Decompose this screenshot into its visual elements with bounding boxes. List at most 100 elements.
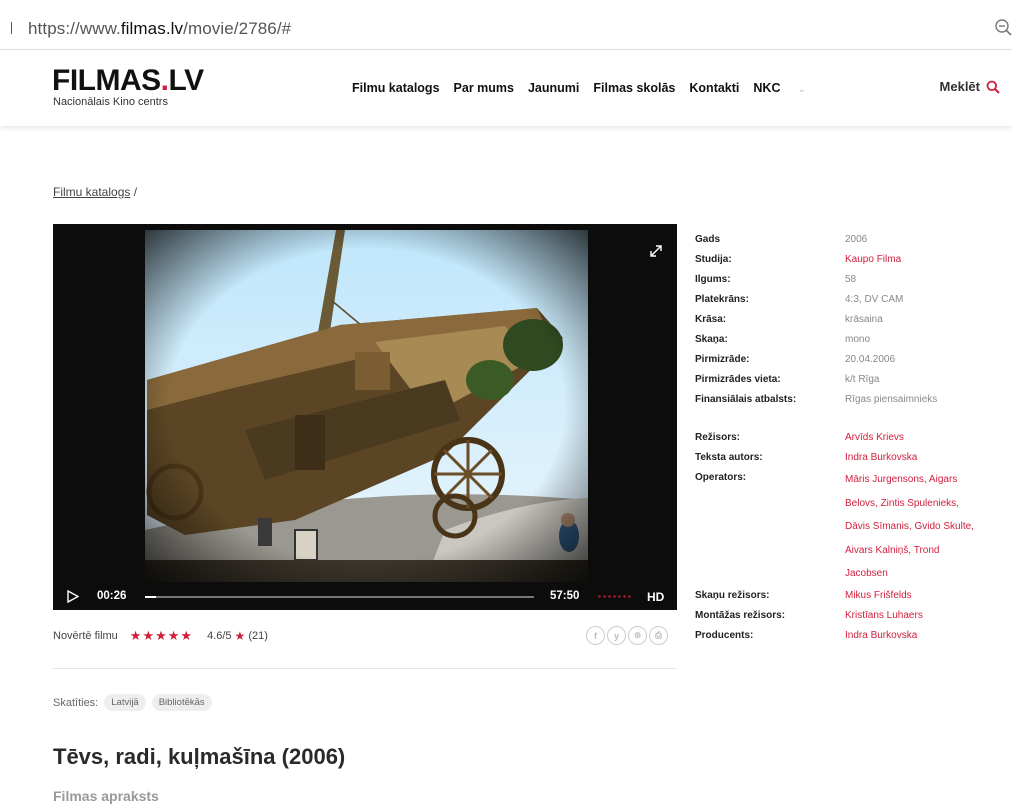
nav-item-kontakti[interactable]: Kontakti — [689, 81, 739, 95]
watch-options: Skatīties: Latvijā Bibliotēkās — [53, 694, 212, 711]
detail-row: Montāžas režisors: Kristīans Luhaers — [695, 606, 1005, 626]
rating-label: Novērtē filmu — [53, 630, 118, 642]
detail-row: Skaņa: mono — [695, 330, 1005, 350]
progress-bar[interactable] — [145, 596, 534, 598]
operators-line[interactable]: Aivars Kalniņš, Trond — [845, 539, 1005, 563]
url-path: /movie/2786/# — [183, 19, 292, 38]
detail-label: Teksta autors: — [695, 452, 763, 463]
facebook-icon[interactable]: f — [586, 626, 605, 645]
detail-label: Skaņa: — [695, 334, 728, 345]
breadcrumb: Filmu katalogs / — [53, 185, 137, 199]
breadcrumb-link-catalog[interactable]: Filmu katalogs — [53, 185, 130, 199]
detail-label: Krāsa: — [695, 314, 727, 325]
volume-slider[interactable] — [597, 595, 631, 598]
detail-row: Studija: Kaupo Filma — [695, 250, 1005, 270]
detail-row: Producents: Indra Burkovska — [695, 626, 1005, 646]
director-link[interactable]: Arvīds Krievs — [845, 428, 1005, 448]
site-logo[interactable]: FILMAS.LV — [52, 66, 204, 96]
detail-label: Skaņu režisors: — [695, 589, 770, 601]
star-icon: ★ — [234, 629, 246, 643]
operators-line[interactable]: Jacobsen — [845, 562, 1005, 586]
rating-count: (21) — [248, 630, 268, 642]
writer-link[interactable]: Indra Burkovska — [845, 448, 1005, 468]
video-still-image — [145, 230, 588, 582]
chevron-down-icon: ⌄ — [797, 84, 806, 95]
logo-tld: LV — [168, 64, 205, 97]
detail-value: 20.04.2006 — [845, 354, 896, 365]
detail-value: mono — [845, 334, 871, 345]
main-nav: Filmu katalogs Par mums Jaunumi Filmas s… — [352, 81, 834, 95]
detail-row: Pirmizrādes vieta: k/t Rīga — [695, 370, 1005, 390]
detail-value: krāsaina — [845, 314, 883, 325]
detail-label: Operators: — [695, 472, 747, 483]
detail-value: 4:3, DV CAM — [845, 294, 904, 305]
watch-option-latvija[interactable]: Latvijā — [104, 694, 146, 711]
operators-line[interactable]: Dāvis Sīmanis, Gvido Skulte, — [845, 515, 1005, 539]
twitter-icon[interactable]: y — [607, 626, 626, 645]
detail-label: Platekrāns: — [695, 294, 749, 305]
zoom-icon[interactable] — [994, 18, 1012, 36]
description-heading: Filmas apraksts — [53, 788, 159, 804]
detail-value: 58 — [845, 274, 857, 285]
player-controls: 00:26 57:50 HD — [53, 582, 677, 610]
social-share: f y ⊕ ⎙ — [584, 626, 668, 645]
nav-item-filmas-skolas[interactable]: Filmas skolās — [593, 81, 675, 95]
logo-main: FILMAS — [52, 64, 161, 97]
search-button[interactable]: Meklēt — [940, 79, 1000, 94]
nav-item-nkc[interactable]: NKC ⌄ — [753, 81, 819, 95]
video-player[interactable]: 00:26 57:50 HD — [53, 224, 677, 610]
browser-address-bar[interactable]: https://www.filmas.lv/movie/2786/# — [0, 0, 1012, 50]
rating-score: 4.6/5 — [207, 630, 232, 642]
detail-label: Studija: — [695, 254, 732, 265]
fullscreen-icon[interactable] — [649, 244, 663, 258]
detail-label: Pirmizrādes vieta: — [695, 374, 781, 385]
editor-link[interactable]: Kristīans Luhaers — [845, 606, 1005, 626]
detail-row: Operators: Māris Jurgensons, Aigars Belo… — [695, 468, 1005, 586]
nav-item-par-mums[interactable]: Par mums — [454, 81, 514, 95]
detail-row: Krāsa: krāsaina — [695, 310, 1005, 330]
operators-links[interactable]: Māris Jurgensons, Aigars Belovs, Zintis … — [845, 468, 1005, 586]
sound-director-link[interactable]: Mikus Frišfelds — [845, 586, 1005, 606]
producer-link[interactable]: Indra Burkovska — [845, 626, 1005, 646]
detail-label: Montāžas režisors: — [695, 609, 786, 621]
detail-row: Finansiālais atbalsts: Rīgas piensaimniek… — [695, 390, 1005, 410]
detail-row: Pirmizrāde: 20.04.2006 — [695, 350, 1005, 370]
film-details: Gads 2006 Studija: Kaupo Filma Ilgums: 58 P… — [695, 230, 1005, 646]
detail-value: 2006 — [845, 234, 868, 245]
watch-option-bibliotekas[interactable]: Bibliotēkās — [151, 694, 212, 711]
detail-value: k/t Rīga — [845, 374, 880, 385]
search-label: Meklēt — [939, 79, 980, 94]
rating-row: Novērtē filmu ★★★★★ 4.6/5 ★ (21) — [53, 628, 268, 644]
detail-row: Teksta autors: Indra Burkovska — [695, 448, 1005, 468]
nav-item-filmu-katalogs[interactable]: Filmu katalogs — [352, 81, 440, 95]
play-icon[interactable] — [67, 590, 79, 603]
breadcrumb-separator: / — [133, 185, 138, 199]
detail-label: Ilgums: — [695, 274, 731, 285]
url-domain: filmas.lv — [120, 19, 184, 38]
current-time: 00:26 — [97, 590, 127, 602]
quality-toggle[interactable]: HD — [647, 590, 664, 604]
operators-line[interactable]: Belovs, Zintis Spulenieks, — [845, 492, 1005, 516]
nav-item-jaunumi[interactable]: Jaunumi — [528, 81, 579, 95]
print-icon[interactable]: ⎙ — [649, 626, 668, 645]
divider — [53, 668, 677, 669]
logo-subtitle: Nacionālais Kino centrs — [53, 96, 168, 108]
studio-link[interactable]: Kaupo Filma — [845, 250, 1005, 270]
logo-dot: . — [160, 64, 169, 97]
operators-line[interactable]: Māris Jurgensons, Aigars — [845, 468, 1005, 492]
progress-fill — [145, 596, 156, 598]
download-icon[interactable]: ⊕ — [628, 626, 647, 645]
detail-label: Finansiālais atbalsts: — [695, 394, 797, 405]
detail-label: Pirmizrāde: — [695, 354, 750, 365]
detail-label: Producents: — [695, 629, 754, 641]
watch-label: Skatīties: — [53, 696, 99, 709]
detail-row: Platekrāns: 4:3, DV CAM — [695, 290, 1005, 310]
video-frame — [145, 230, 588, 582]
address-url[interactable]: https://www.filmas.lv/movie/2786/# — [28, 19, 291, 39]
film-title: Tēvs, radi, kuļmašīna (2006) — [53, 744, 346, 769]
detail-label: Gads — [695, 234, 721, 245]
search-icon — [986, 80, 1000, 94]
rating-stars-input[interactable]: ★★★★★ — [130, 628, 193, 644]
duration: 57:50 — [550, 590, 580, 602]
